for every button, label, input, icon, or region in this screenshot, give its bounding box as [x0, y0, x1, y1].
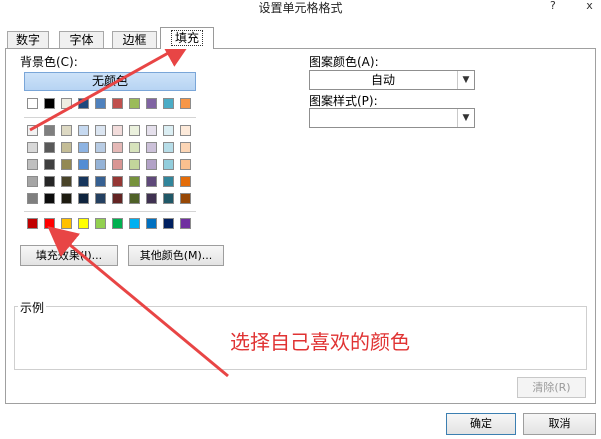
theme-shade-swatch[interactable] [95, 193, 106, 204]
theme-shade-swatch[interactable] [61, 176, 72, 187]
theme-shade-swatch[interactable] [163, 142, 174, 153]
theme-shade-swatch[interactable] [27, 176, 38, 187]
theme-shade-swatch[interactable] [146, 125, 157, 136]
standard-color-swatch[interactable] [129, 218, 140, 229]
theme-color-swatch[interactable] [78, 98, 89, 109]
theme-color-swatch[interactable] [163, 98, 174, 109]
theme-shade-swatch[interactable] [61, 193, 72, 204]
theme-shade-swatch[interactable] [112, 193, 123, 204]
theme-shade-swatch[interactable] [146, 193, 157, 204]
theme-shade-swatch[interactable] [95, 125, 106, 136]
chevron-down-icon[interactable]: ▼ [457, 71, 474, 89]
theme-shade-swatch[interactable] [44, 159, 55, 170]
theme-color-swatch[interactable] [180, 98, 191, 109]
close-icon[interactable]: x [578, 0, 601, 15]
theme-shade-swatch[interactable] [146, 142, 157, 153]
theme-color-swatch[interactable] [112, 98, 123, 109]
tab-number[interactable]: 数字 [7, 31, 49, 49]
theme-shade-swatch[interactable] [95, 159, 106, 170]
standard-color-swatch[interactable] [146, 218, 157, 229]
theme-shade-swatch[interactable] [95, 142, 106, 153]
theme-shade-swatch[interactable] [129, 142, 140, 153]
theme-shade-swatch[interactable] [78, 176, 89, 187]
theme-shade-swatch[interactable] [78, 125, 89, 136]
theme-shade-swatch[interactable] [163, 193, 174, 204]
theme-shade-swatch[interactable] [180, 125, 191, 136]
theme-shade-swatch[interactable] [27, 125, 38, 136]
theme-shade-swatch[interactable] [61, 125, 72, 136]
theme-shade-swatch[interactable] [27, 193, 38, 204]
no-color-button[interactable]: 无颜色 [24, 72, 196, 91]
theme-shade-swatch[interactable] [78, 159, 89, 170]
theme-shade-swatch[interactable] [129, 176, 140, 187]
standard-color-swatch[interactable] [44, 218, 55, 229]
pattern-color-value: 自动 [370, 73, 395, 87]
tab-font[interactable]: 字体 [59, 31, 104, 49]
tab-fill[interactable]: 填充 [160, 27, 214, 49]
theme-shade-swatch[interactable] [112, 125, 123, 136]
annotation-text: 选择自己喜欢的颜色 [230, 330, 410, 354]
theme-shade-swatch[interactable] [112, 176, 123, 187]
pattern-style-select[interactable]: ▼ [309, 108, 475, 128]
theme-shade-swatch[interactable] [129, 193, 140, 204]
theme-shade-swatch[interactable] [180, 176, 191, 187]
theme-shade-swatch[interactable] [129, 125, 140, 136]
pattern-color-label: 图案颜色(A): [309, 55, 379, 69]
theme-shade-swatch[interactable] [44, 193, 55, 204]
cancel-button[interactable]: 取消 [523, 413, 596, 435]
chevron-down-icon[interactable]: ▼ [457, 109, 474, 127]
ok-button[interactable]: 确定 [446, 413, 516, 435]
tab-fill-label: 填充 [170, 30, 203, 46]
theme-color-swatch[interactable] [27, 98, 38, 109]
theme-shade-swatch[interactable] [27, 142, 38, 153]
theme-shade-swatch[interactable] [44, 142, 55, 153]
sample-label: 示例 [18, 299, 47, 316]
palette-divider [24, 211, 196, 212]
theme-color-swatch[interactable] [44, 98, 55, 109]
standard-color-swatch[interactable] [61, 218, 72, 229]
theme-color-swatch[interactable] [146, 98, 157, 109]
pattern-color-select[interactable]: 自动 ▼ [309, 70, 475, 90]
theme-color-swatch[interactable] [95, 98, 106, 109]
theme-shade-swatch[interactable] [146, 176, 157, 187]
standard-color-swatch[interactable] [112, 218, 123, 229]
theme-shade-swatch[interactable] [129, 159, 140, 170]
tab-border[interactable]: 边框 [112, 31, 157, 49]
theme-shade-swatch[interactable] [61, 159, 72, 170]
theme-shade-swatch[interactable] [180, 142, 191, 153]
theme-shade-swatch[interactable] [180, 193, 191, 204]
theme-shade-swatch[interactable] [112, 159, 123, 170]
theme-shade-swatch[interactable] [163, 125, 174, 136]
standard-color-swatch[interactable] [180, 218, 191, 229]
window-title: 设置单元格格式 [258, 1, 343, 15]
theme-shade-swatch[interactable] [78, 142, 89, 153]
theme-shade-swatch[interactable] [78, 193, 89, 204]
theme-color-swatch[interactable] [61, 98, 72, 109]
theme-color-swatch[interactable] [129, 98, 140, 109]
fill-effects-button[interactable]: 填充效果(I)... [20, 245, 118, 266]
theme-shade-swatch[interactable] [61, 142, 72, 153]
more-colors-button[interactable]: 其他颜色(M)... [128, 245, 224, 266]
help-icon[interactable]: ? [550, 0, 560, 14]
background-color-label: 背景色(C): [20, 55, 78, 69]
theme-shade-swatch[interactable] [112, 142, 123, 153]
title-bar: 设置单元格格式 ? x [0, 0, 601, 19]
standard-color-swatch[interactable] [78, 218, 89, 229]
clear-button[interactable]: 清除(R) [517, 377, 586, 398]
pattern-style-label: 图案样式(P): [309, 94, 378, 108]
theme-shade-swatch[interactable] [44, 125, 55, 136]
standard-color-swatch[interactable] [163, 218, 174, 229]
palette-divider [24, 117, 196, 118]
theme-shade-swatch[interactable] [163, 176, 174, 187]
theme-shade-swatch[interactable] [146, 159, 157, 170]
theme-shade-swatch[interactable] [180, 159, 191, 170]
theme-shade-swatch[interactable] [95, 176, 106, 187]
theme-shade-swatch[interactable] [44, 176, 55, 187]
theme-shade-swatch[interactable] [163, 159, 174, 170]
standard-color-swatch[interactable] [27, 218, 38, 229]
theme-shade-swatch[interactable] [27, 159, 38, 170]
standard-color-swatch[interactable] [95, 218, 106, 229]
